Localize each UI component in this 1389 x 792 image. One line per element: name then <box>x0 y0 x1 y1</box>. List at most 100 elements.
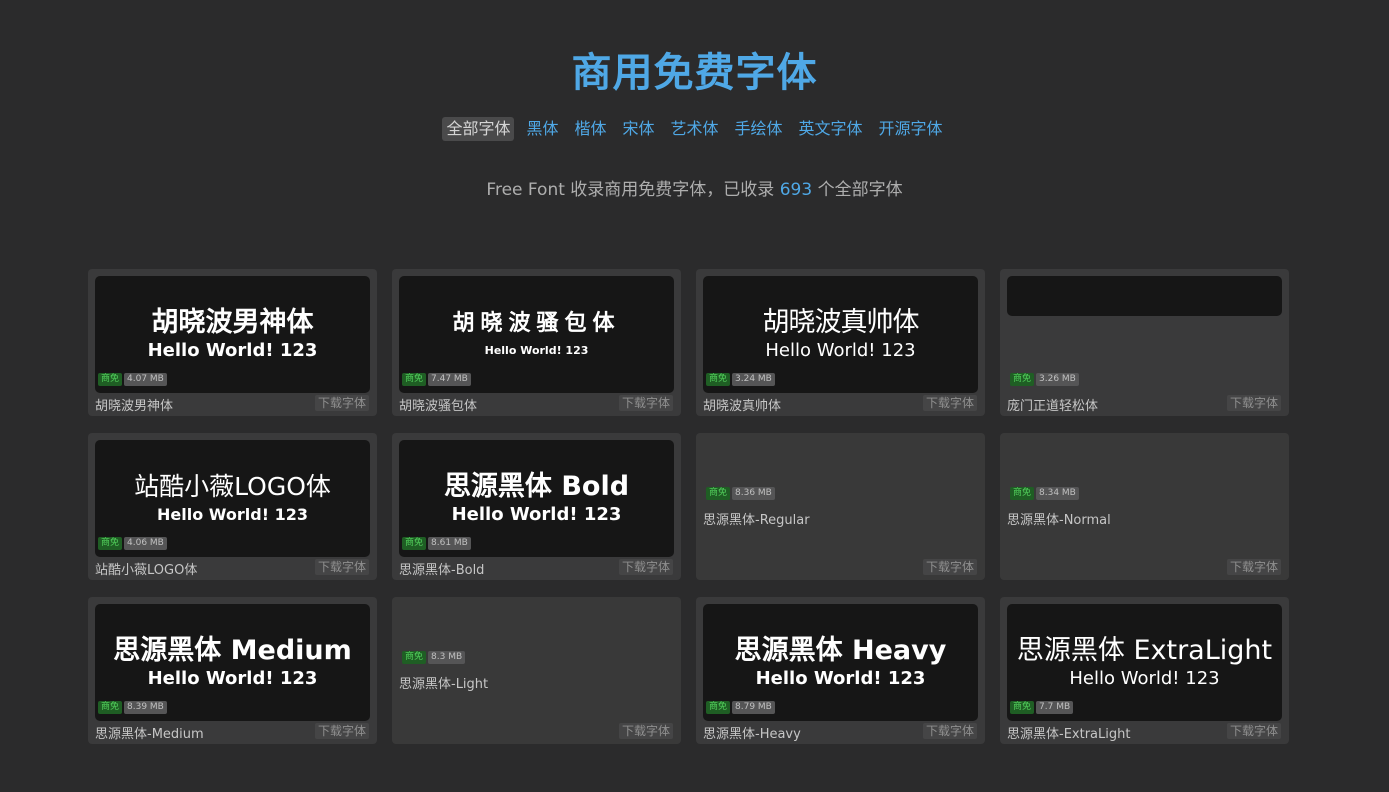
preview-line-2: Hello World! 123 <box>765 339 916 361</box>
font-name[interactable]: 思源黑体-Heavy <box>703 723 801 742</box>
subtitle: Free Font 收录商用免费字体，已收录 693 个全部字体 <box>0 175 1389 200</box>
size-badge: 4.07 MB <box>124 373 167 386</box>
badge-row: 商免 8.3 MB <box>402 651 466 664</box>
font-name[interactable]: 思源黑体-ExtraLight <box>1007 723 1130 742</box>
download-button[interactable]: 下载字体 <box>922 395 977 411</box>
preview-line-2: Hello World! 123 <box>451 503 622 525</box>
preview-line-2: Hello World! 123 <box>1069 667 1220 689</box>
font-card[interactable]: 思源黑体 Heavy Hello World! 123 商免 8.79 MB 思源黑体-… <box>696 597 985 744</box>
badge-row: 商免 3.26 MB <box>1010 373 1079 386</box>
preview-line-1: 思源黑体 Heavy <box>734 634 947 666</box>
font-card[interactable]: 胡晓波真帅体 Hello World! 123 商免 3.24 MB 胡晓波真帅体 下载字… <box>696 269 985 416</box>
font-name[interactable]: 庞门正道轻松体 <box>1007 395 1098 414</box>
tab-all[interactable]: 全部字体 <box>442 117 515 141</box>
preview-line-1: 胡晓波真帅体 <box>762 306 920 338</box>
font-count: 693 <box>779 180 813 200</box>
free-badge: 商免 <box>402 651 427 664</box>
preview-line-2: Hello World! 123 <box>755 667 926 689</box>
preview-line-1: 思源黑体 ExtraLight <box>1016 634 1273 666</box>
tab-opensource[interactable]: 开源字体 <box>875 117 947 141</box>
preview-line-1: 胡晓波骚包体 <box>452 309 621 336</box>
size-badge: 4.06 MB <box>124 537 167 550</box>
font-card[interactable]: 思源黑体 ExtraLight Hello World! 123 商免 7.7 MB 思… <box>1000 597 1289 744</box>
download-button[interactable]: 下载字体 <box>314 395 369 411</box>
font-name[interactable]: 思源黑体-Normal <box>1007 509 1111 528</box>
size-badge: 8.34 MB <box>1036 487 1079 500</box>
tab-handdrawn[interactable]: 手绘体 <box>731 117 787 141</box>
badge-row: 商免 4.07 MB <box>98 373 167 386</box>
download-button[interactable]: 下载字体 <box>314 559 369 575</box>
preview-line-2: Hello World! 123 <box>147 667 318 689</box>
badge-row: 商免 3.24 MB <box>706 373 775 386</box>
free-badge: 商免 <box>98 701 123 714</box>
free-badge: 商免 <box>706 373 731 386</box>
download-button[interactable]: 下载字体 <box>618 559 673 575</box>
font-name[interactable]: 思源黑体-Light <box>399 673 488 692</box>
font-name[interactable]: 胡晓波骚包体 <box>399 395 477 414</box>
preview-line-1: 站酷小薇LOGO体 <box>134 471 331 501</box>
preview-line-2: Hello World! 123 <box>484 343 589 357</box>
free-badge: 商免 <box>98 537 123 550</box>
badge-row: 商免 7.7 MB <box>1010 701 1074 714</box>
font-card[interactable]: 商免 3.26 MB 庞门正道轻松体 下载字体 <box>1000 269 1289 416</box>
download-button[interactable]: 下载字体 <box>1226 723 1281 739</box>
badge-row: 商免 8.34 MB <box>1010 487 1079 500</box>
free-badge: 商免 <box>1010 701 1035 714</box>
tab-heiti[interactable]: 黑体 <box>522 117 562 141</box>
tab-english[interactable]: 英文字体 <box>795 117 867 141</box>
download-button[interactable]: 下载字体 <box>618 395 673 411</box>
free-badge: 商免 <box>402 373 427 386</box>
preview-line-1: 胡晓波男神体 <box>151 306 314 338</box>
download-button[interactable]: 下载字体 <box>1226 395 1281 411</box>
size-badge: 8.79 MB <box>732 701 775 714</box>
font-name[interactable]: 胡晓波真帅体 <box>703 395 781 414</box>
free-badge: 商免 <box>706 487 731 500</box>
free-badge: 商免 <box>706 701 731 714</box>
font-grid: 胡晓波男神体 Hello World! 123 商免 4.07 MB 胡晓波男神体 下载字… <box>88 269 1289 744</box>
font-name[interactable]: 思源黑体-Bold <box>399 559 484 578</box>
size-badge: 3.24 MB <box>732 373 775 386</box>
font-card[interactable]: 胡晓波骚包体 Hello World! 123 商免 7.47 MB 胡晓波骚包体 下载字… <box>392 269 681 416</box>
download-button[interactable]: 下载字体 <box>922 723 977 739</box>
page-title: 商用免费字体 <box>571 50 818 96</box>
font-card[interactable]: 商免 8.34 MB 思源黑体-Normal 下载字体 <box>1000 433 1289 580</box>
download-button[interactable]: 下载字体 <box>922 559 977 575</box>
size-badge: 8.3 MB <box>428 651 466 664</box>
size-badge: 8.39 MB <box>124 701 167 714</box>
free-badge: 商免 <box>402 537 427 550</box>
preview-line-1: 思源黑体 Bold <box>443 470 630 502</box>
font-card[interactable]: 思源黑体 Medium Hello World! 123 商免 8.39 MB 思源黑体… <box>88 597 377 744</box>
subtitle-suffix: 个全部字体 <box>817 180 903 200</box>
preview-line-2: Hello World! 123 <box>157 504 308 524</box>
category-nav: 全部字体 黑体 楷体 宋体 艺术体 手绘体 英文字体 开源字体 <box>0 117 1389 141</box>
font-name[interactable]: 思源黑体-Medium <box>95 723 204 742</box>
preview-line-2: Hello World! 123 <box>147 339 318 361</box>
font-card[interactable]: 商免 8.3 MB 思源黑体-Light 下载字体 <box>392 597 681 744</box>
subtitle-prefix: Free Font 收录商用免费字体，已收录 <box>486 180 775 200</box>
font-name[interactable]: 胡晓波男神体 <box>95 395 173 414</box>
badge-row: 商免 7.47 MB <box>402 373 471 386</box>
tab-songti[interactable]: 宋体 <box>618 117 658 141</box>
badge-row: 商免 4.06 MB <box>98 537 167 550</box>
tab-kaiti[interactable]: 楷体 <box>570 117 610 141</box>
download-button[interactable]: 下载字体 <box>1226 559 1281 575</box>
font-preview[interactable] <box>1007 276 1282 316</box>
badge-row: 商免 8.36 MB <box>706 487 775 500</box>
download-button[interactable]: 下载字体 <box>618 723 673 739</box>
font-card[interactable]: 思源黑体 Bold Hello World! 123 商免 8.61 MB 思源黑体-B… <box>392 433 681 580</box>
download-button[interactable]: 下载字体 <box>314 723 369 739</box>
tab-art[interactable]: 艺术体 <box>667 117 723 141</box>
preview-line-1: 思源黑体 Medium <box>113 634 352 666</box>
font-card[interactable]: 站酷小薇LOGO体 Hello World! 123 商免 4.06 MB 站酷小薇LO… <box>88 433 377 580</box>
font-name[interactable]: 站酷小薇LOGO体 <box>95 559 197 578</box>
size-badge: 7.47 MB <box>428 373 471 386</box>
size-badge: 8.36 MB <box>732 487 775 500</box>
size-badge: 3.26 MB <box>1036 373 1079 386</box>
font-card[interactable]: 商免 8.36 MB 思源黑体-Regular 下载字体 <box>696 433 985 580</box>
font-name[interactable]: 思源黑体-Regular <box>703 509 810 528</box>
size-badge: 8.61 MB <box>428 537 471 550</box>
size-badge: 7.7 MB <box>1036 701 1074 714</box>
badge-row: 商免 8.79 MB <box>706 701 775 714</box>
badge-row: 商免 8.61 MB <box>402 537 471 550</box>
font-card[interactable]: 胡晓波男神体 Hello World! 123 商免 4.07 MB 胡晓波男神体 下载字… <box>88 269 377 416</box>
